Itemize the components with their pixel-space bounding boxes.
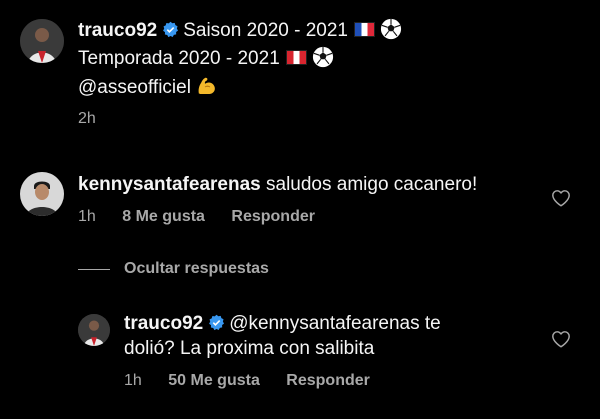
hide-replies-label: Ocultar respuestas: [124, 260, 269, 277]
verified-badge-icon: [162, 21, 179, 38]
soccer-ball-icon: [312, 46, 334, 68]
reply-likes-button[interactable]: 50 Me gusta: [168, 372, 260, 389]
post-author-avatar[interactable]: [20, 19, 64, 63]
verified-badge-icon: [208, 314, 225, 331]
reply-text-2: dolió? La proxima con salibita: [124, 338, 375, 359]
reply-mention-link[interactable]: @kennysantafearenas: [229, 313, 419, 334]
reply-text-1: te: [424, 313, 441, 334]
france-flag-icon: [354, 22, 375, 37]
post-caption-line-1: trauco92 Saison 2020 - 2021: [78, 18, 402, 44]
peru-flag-icon: [285, 50, 307, 65]
reply-actions: 1h 50 Me gusta Responder: [124, 371, 392, 391]
hide-replies-toggle[interactable]: Ocultar respuestas: [78, 259, 269, 279]
commenter-username[interactable]: kennysantafearenas: [78, 174, 261, 195]
post-author-username[interactable]: trauco92: [78, 20, 157, 41]
reply-line-2: dolió? La proxima con salibita: [124, 336, 374, 362]
hide-replies-divider: [78, 268, 110, 270]
reply-author-username[interactable]: trauco92: [124, 313, 203, 334]
reply-reply-button[interactable]: Responder: [286, 372, 370, 389]
reply-author-avatar[interactable]: [78, 314, 110, 346]
heart-icon[interactable]: [551, 189, 571, 207]
post-time: 2h: [78, 110, 96, 127]
comment-actions: 1h 8 Me gusta Responder: [78, 207, 337, 227]
post-caption-text-2: Temporada 2020 - 2021: [78, 48, 280, 69]
commenter-avatar[interactable]: [20, 172, 64, 216]
reply-time: 1h: [124, 372, 142, 389]
mention-link[interactable]: @asseofficiel: [78, 77, 191, 98]
comment-line: kennysantafearenas saludos amigo cacaner…: [78, 172, 477, 198]
comment-likes-button[interactable]: 8 Me gusta: [122, 208, 205, 225]
post-caption-line-2: Temporada 2020 - 2021: [78, 46, 334, 72]
soccer-ball-icon: [380, 18, 402, 40]
comment-reply-button[interactable]: Responder: [231, 208, 315, 225]
comment-time: 1h: [78, 208, 96, 225]
post-caption-line-3: @asseofficiel: [78, 74, 219, 101]
reply-line-1: trauco92 @kennysantafearenas te: [124, 311, 441, 337]
heart-icon[interactable]: [551, 330, 571, 348]
post-timestamp: 2h: [78, 109, 118, 129]
post-caption-text-1: Saison 2020 - 2021: [183, 20, 348, 41]
flexed-biceps-icon: [195, 74, 219, 98]
comment-text: saludos amigo cacanero!: [266, 174, 478, 195]
